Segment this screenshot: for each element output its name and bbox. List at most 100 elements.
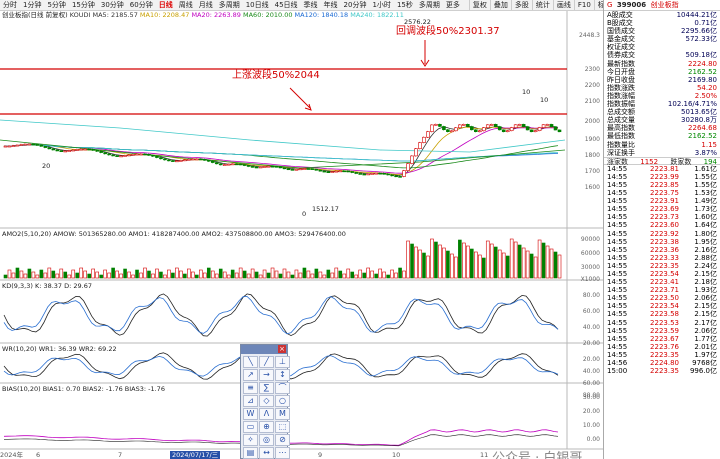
volume-bar [434,241,438,279]
volume-bar [406,240,410,279]
volume-bar [206,267,211,279]
volume-bar [15,267,20,279]
bias-axis-tick: 20.00 [582,408,600,415]
draw-tool-icon[interactable]: ◇ [259,395,274,407]
kd-title: KD(9,3,3) K: 38.37 D: 29.67 [2,282,93,290]
draw-tool-icon[interactable]: ○ [275,395,290,407]
candle-body [382,173,386,175]
tick-volume: 1.55亿 [694,180,717,189]
candle-body [7,145,12,148]
candle-body [15,144,20,147]
draw-tool-icon[interactable]: ∑ [259,382,274,394]
price-tick: 2448.3 [579,32,600,39]
draw-tool-icon[interactable]: ↕ [275,369,290,381]
volume-bar [135,269,139,279]
candle-body [354,172,359,174]
candle-body [226,163,231,166]
quote-label: 最低指数 [607,132,635,141]
volume-bar [202,272,207,279]
candle-body [51,148,56,151]
candle-body [195,158,199,161]
draw-tool-icon[interactable]: ◎ [259,434,274,446]
candle-body [446,129,450,132]
close-icon[interactable]: × [278,345,286,353]
candle-body [386,173,390,176]
tick-price: 2223.99 [650,172,679,181]
draw-tool-icon[interactable]: ▤ [243,447,258,459]
volume-bar [222,271,227,279]
candle-body [366,173,370,176]
price-tick: 2200 [584,82,600,89]
quote-label: 指数振幅 [607,100,635,109]
volume-bar [3,274,8,279]
date-axis-9: 9 [318,451,323,459]
volume-bar [127,271,131,279]
volume-bar [11,272,16,279]
draw-tool-icon[interactable]: ⊕ [259,421,274,433]
draw-tool-icon[interactable]: ≡ [243,382,258,394]
draw-tool-icon[interactable]: ⋯ [275,447,290,459]
draw-tool-icon[interactable]: ↔ [259,447,274,459]
tick-price: 2223.75 [650,189,679,198]
tick-volume: 2.06亿 [694,326,717,335]
candle-body [99,150,103,153]
price-tick: 2300 [584,66,600,73]
candle-body [87,148,91,151]
volume-bar [422,252,426,279]
volume-bar [390,269,394,279]
candle-body [406,163,410,171]
candle-body [434,123,438,126]
tick-price: 2223.76 [650,342,679,351]
draw-tool-icon[interactable]: ╲ [243,356,258,368]
quote-value: 3.87% [694,148,717,157]
drawing-toolbox[interactable]: × ╲╱⊥↗→↕≡∑⌒⊿◇○WΛM▭⊕⬚✧◎⊘▤↔⋯◸▥Ⓐ [240,344,290,459]
draw-tool-icon[interactable]: ↗ [243,369,258,381]
volume-bar [382,271,386,279]
draw-tool-icon[interactable]: → [259,369,274,381]
candle-body [509,127,514,132]
candle-body [171,160,175,162]
volume-bar [402,270,406,279]
tick-time: 14:55 [607,270,628,278]
draw-tool-icon[interactable]: ⊿ [243,395,258,407]
volume-bar [179,270,183,279]
panel-header: G 399006 创业板指 [604,0,720,11]
amo-axis-tick: 60000 [580,250,600,257]
draw-tool-icon[interactable]: M [275,408,290,420]
quote-row: 总成交额 5013.65亿 [604,108,720,116]
tick-time: 14:55 [607,237,628,246]
draw-tool-icon[interactable]: ✧ [243,434,258,446]
tick-time: 14:55 [607,334,628,343]
candle-body [282,167,287,170]
quote-row: 最低指数 2162.52 [604,132,720,140]
tick-price: 2223.41 [650,278,679,287]
draw-tool-icon[interactable]: ▭ [243,421,258,433]
volume-bar [51,270,56,279]
draw-tool-icon[interactable]: ⊘ [275,434,290,446]
candle-body [63,150,68,153]
draw-tool-icon[interactable]: ⬚ [275,421,290,433]
volume-bar [238,267,243,279]
candle-body [553,126,558,131]
candle-body [517,124,522,126]
tick-row: 14:55 2223.75 1.53亿 [604,189,720,197]
candle-body [513,124,518,128]
tick-price: 2223.91 [650,197,679,206]
candle-body [19,144,24,146]
quote-row: 最新指数 2224.80 [604,60,720,68]
volume-bar [553,251,558,279]
price-tick: 1800 [584,152,600,159]
draw-tool-icon[interactable]: ⊥ [275,356,290,368]
draw-tool-icon[interactable]: ⌒ [275,382,290,394]
candle-body [278,166,283,169]
candle-body [250,166,255,168]
tick-price: 2223.69 [650,205,679,214]
candle-body [175,160,179,163]
toolbox-titlebar[interactable]: × [241,345,287,354]
candle-body [139,153,143,156]
draw-tool-icon[interactable]: ╱ [259,356,274,368]
draw-tool-icon[interactable]: Λ [259,408,274,420]
tick-row: 14:55 2223.81 1.61亿 [604,165,720,173]
volume-bar [426,255,430,279]
draw-tool-icon[interactable]: W [243,408,258,420]
